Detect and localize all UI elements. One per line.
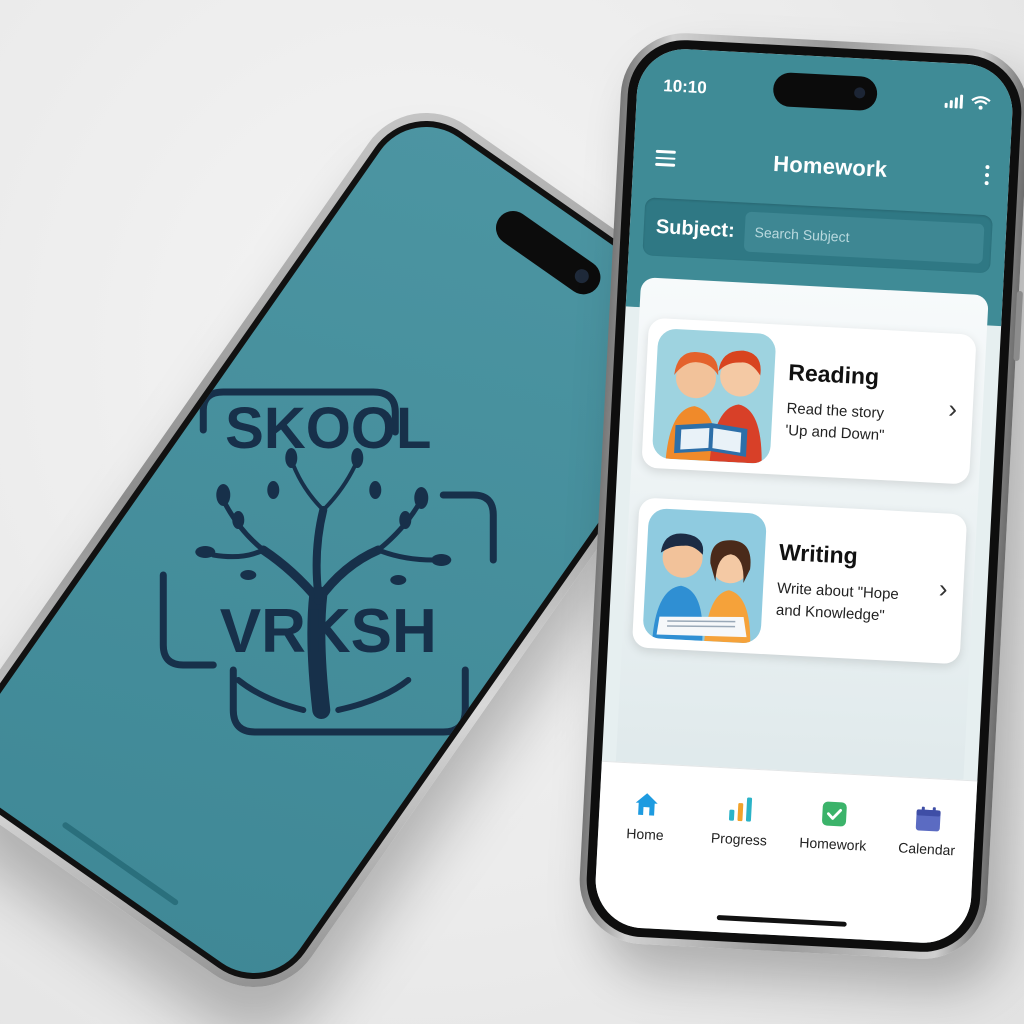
card-title: Reading <box>787 358 880 390</box>
tab-label: Progress <box>710 829 768 849</box>
subject-search-bar: Subject: <box>642 197 993 274</box>
reading-illustration <box>651 328 777 465</box>
tab-calendar[interactable]: Calendar <box>886 803 969 859</box>
homework-card-reading[interactable]: Reading Read the story 'Up and Down" › <box>641 317 977 485</box>
card-description: Read the story 'Up and Down" <box>785 398 941 450</box>
chevron-right-icon: › <box>947 392 958 424</box>
subject-search-input[interactable] <box>743 211 985 265</box>
bottom-tab-bar: Home Progress Homework Calendar <box>593 760 978 946</box>
status-icons <box>944 94 992 110</box>
status-time: 10:10 <box>662 76 708 98</box>
dynamic-island <box>772 71 879 112</box>
card-text: Writing Write about "Hope and Knowledge" <box>761 538 933 629</box>
side-button <box>1013 290 1024 362</box>
tab-label: Homework <box>799 834 867 854</box>
chevron-right-icon: › <box>938 572 949 604</box>
skool-vrksh-logo: SKOOL VRKSH <box>159 388 497 736</box>
home-indicator <box>716 915 847 927</box>
nav-bar: Homework <box>655 140 992 194</box>
tab-progress[interactable]: Progress <box>699 793 782 849</box>
camera-icon <box>853 87 866 99</box>
card-text: Reading Read the story 'Up and Down" <box>771 358 943 449</box>
tab-label: Home <box>626 825 665 844</box>
tab-label: Calendar <box>897 839 956 859</box>
home-icon <box>635 793 658 816</box>
homework-list: Reading Read the story 'Up and Down" › W… <box>615 277 989 795</box>
homework-card-writing[interactable]: Writing Write about "Hope and Knowledge"… <box>631 497 968 665</box>
card-title: Writing <box>778 538 859 569</box>
writing-illustration <box>642 507 768 644</box>
camera-icon <box>572 266 592 286</box>
tab-home[interactable]: Home <box>605 788 688 844</box>
signal-icon <box>944 94 964 109</box>
tab-homework[interactable]: Homework <box>792 798 875 854</box>
card-description: Write about "Hope and Knowledge" <box>775 577 931 629</box>
dynamic-island <box>489 204 608 301</box>
checkmark-icon <box>822 801 847 827</box>
logo-text-top: SKOOL <box>225 396 431 461</box>
calendar-icon <box>915 806 941 832</box>
app-screen: 10:10 Homework Subject: Search Subject R… <box>593 46 1015 946</box>
logo-text-bottom: VRKSH <box>220 597 437 666</box>
hamburger-menu-icon[interactable] <box>655 150 676 167</box>
subject-label: Subject: <box>655 215 736 242</box>
bar-chart-icon <box>728 797 753 822</box>
page-title: Homework <box>772 150 888 182</box>
more-options-icon[interactable] <box>984 165 992 186</box>
app-phone: 10:10 Homework Subject: Search Subject R… <box>576 29 1024 963</box>
wifi-icon <box>971 96 991 110</box>
